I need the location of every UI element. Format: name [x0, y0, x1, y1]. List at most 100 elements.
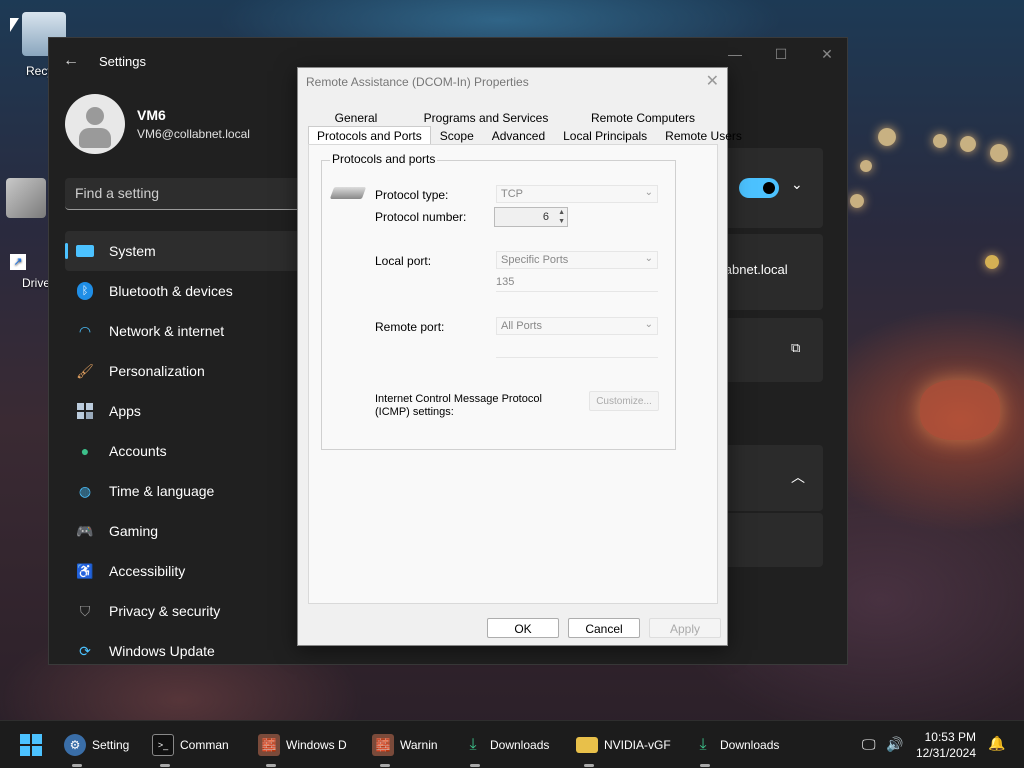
avatar [65, 94, 125, 154]
close-icon[interactable]: ✕ [815, 46, 839, 63]
clock[interactable]: 10:53 PM 12/31/2024 [916, 729, 976, 761]
nav-label: Network & internet [109, 323, 225, 339]
protocol-type-value: TCP [501, 188, 523, 200]
spin-arrows-icon[interactable]: ▲ ▼ [558, 208, 565, 226]
account-partial-text: llabnet.local [719, 262, 788, 277]
taskbar: ⚙ Setting >_ Comman 🧱 Windows D 🧱 Warnin… [0, 720, 1024, 768]
tab-row-1: General Programs and Services Remote Com… [308, 108, 718, 126]
chevron-down-icon: ⌄ [644, 253, 653, 264]
remote-port-select[interactable]: All Ports ⌄ [496, 317, 658, 335]
bluetooth-icon: ᛒ [75, 281, 95, 301]
network-icon[interactable]: 🖵 [862, 736, 876, 753]
settings-card-4[interactable]: ︿ [719, 445, 823, 511]
nav-item-privacy[interactable]: ⛉ Privacy & security [65, 591, 301, 631]
minimize-icon[interactable]: — [723, 46, 747, 63]
tab-panel: Protocols and ports Protocol type: TCP ⌄… [308, 144, 718, 604]
tab-remote-computers[interactable]: Remote Computers [568, 108, 718, 126]
nav-item-bluetooth[interactable]: ᛒ Bluetooth & devices [65, 271, 301, 311]
settings-card-3[interactable]: ⧉ [719, 318, 823, 382]
nav-label: Accessibility [109, 563, 186, 579]
user-email: VM6@collabnet.local [137, 127, 250, 141]
taskbar-label: Downloads [720, 738, 780, 752]
chevron-up-icon[interactable]: ︿ [791, 467, 805, 487]
taskbar-item-downloads-1[interactable]: ⤓ Downloads [462, 721, 562, 768]
update-icon: ⟳ [79, 642, 91, 659]
tab-scope[interactable]: Scope [431, 126, 483, 144]
terminal-icon: >_ [152, 734, 174, 756]
nav-item-accessibility[interactable]: ♿ Accessibility [65, 551, 301, 591]
icmp-label-line1: Internet Control Message Protocol [375, 393, 542, 405]
tab-local-principals[interactable]: Local Principals [554, 126, 656, 144]
start-button[interactable] [20, 721, 42, 768]
running-indicator [584, 764, 594, 767]
nav-label: Bluetooth & devices [109, 283, 233, 299]
close-icon[interactable]: ✕ [706, 71, 719, 91]
taskbar-item-downloads-2[interactable]: ⤓ Downloads [692, 721, 792, 768]
protocol-type-select[interactable]: TCP ⌄ [496, 185, 658, 203]
apps-icon [75, 401, 95, 421]
running-indicator [72, 764, 82, 767]
tab-general[interactable]: General [308, 108, 404, 126]
nav-label: Time & language [109, 483, 215, 499]
accessibility-icon: ♿ [76, 562, 94, 579]
protocol-number-stepper[interactable]: 6 ▲ ▼ [494, 207, 568, 227]
taskbar-item-warning[interactable]: 🧱 Warnin [372, 721, 444, 768]
nav-item-network[interactable]: ◠ Network & internet [65, 311, 301, 351]
clock-date: 12/31/2024 [915, 746, 976, 760]
nav-label: Personalization [109, 363, 205, 379]
dialog-title: Remote Assistance (DCOM-In) Properties [306, 75, 529, 89]
globe-clock-icon: ◍ [78, 482, 92, 499]
remote-port-text[interactable] [496, 340, 658, 358]
nav-item-accounts[interactable]: ● Accounts [65, 431, 301, 471]
settings-card-5 [719, 513, 823, 567]
taskbar-label: Windows D [286, 738, 347, 752]
nav-item-gaming[interactable]: 🎮 Gaming [65, 511, 301, 551]
local-port-select[interactable]: Specific Ports ⌄ [496, 251, 658, 269]
taskbar-item-windows-defender[interactable]: 🧱 Windows D [258, 721, 356, 768]
nav-item-apps[interactable]: Apps [65, 391, 301, 431]
protocols-group: Protocols and ports Protocol type: TCP ⌄… [321, 152, 676, 450]
taskbar-label: Warnin [400, 738, 438, 752]
taskbar-item-nvidia[interactable]: NVIDIA-vGF [576, 721, 676, 768]
taskbar-item-settings[interactable]: ⚙ Setting [64, 721, 136, 768]
volume-icon[interactable]: 🔊 [886, 736, 903, 753]
system-icon [75, 241, 95, 261]
nav-item-time-language[interactable]: ◍ Time & language [65, 471, 301, 511]
nav-item-personalization[interactable]: 🖌 Personalization [65, 351, 301, 391]
notification-bell-icon[interactable]: 🔔 [988, 735, 1005, 752]
nav-item-system[interactable]: System [65, 231, 301, 271]
settings-card-2[interactable]: llabnet.local [719, 234, 823, 310]
back-arrow-icon[interactable]: ← [63, 52, 83, 70]
taskbar-item-command[interactable]: >_ Comman [152, 721, 242, 768]
desktop-icon-label: Drive [22, 276, 51, 290]
tab-programs-services[interactable]: Programs and Services [404, 108, 568, 126]
apply-button[interactable]: Apply [649, 618, 721, 638]
settings-card-1[interactable]: ⌄ [719, 148, 823, 228]
icmp-label-line2: (ICMP) settings: [375, 406, 454, 418]
tab-advanced[interactable]: Advanced [483, 126, 554, 144]
running-indicator [470, 764, 480, 767]
wrench-icon [6, 178, 46, 218]
user-profile[interactable]: VM6 VM6@collabnet.local [65, 94, 250, 154]
maximize-icon[interactable]: ☐ [769, 46, 793, 63]
nav-label: System [109, 243, 156, 259]
taskbar-label: NVIDIA-vGF [604, 738, 671, 752]
settings-gear-icon: ⚙ [64, 734, 86, 756]
ok-button[interactable]: OK [487, 618, 559, 638]
group-title: Protocols and ports [330, 152, 438, 166]
cancel-button[interactable]: Cancel [568, 618, 640, 638]
chevron-down-icon[interactable]: ⌄ [791, 176, 803, 193]
desktop-icon-drive[interactable]: ↗ Drive [6, 178, 54, 290]
nav-label: Accounts [109, 443, 167, 459]
chevron-down-icon: ⌄ [644, 319, 653, 330]
nav-item-windows-update[interactable]: ⟳ Windows Update [65, 631, 301, 671]
toggle-switch[interactable] [739, 178, 779, 198]
tab-protocols-ports[interactable]: Protocols and Ports [308, 126, 431, 144]
taskbar-label: Setting [92, 738, 130, 752]
local-port-value: Specific Ports [501, 254, 569, 266]
customize-button[interactable]: Customize... [589, 391, 659, 411]
tab-remote-users[interactable]: Remote Users [656, 126, 751, 144]
external-link-icon[interactable]: ⧉ [791, 340, 800, 356]
local-port-text[interactable]: 135 [496, 274, 658, 292]
search-input[interactable]: Find a setting [65, 178, 301, 210]
